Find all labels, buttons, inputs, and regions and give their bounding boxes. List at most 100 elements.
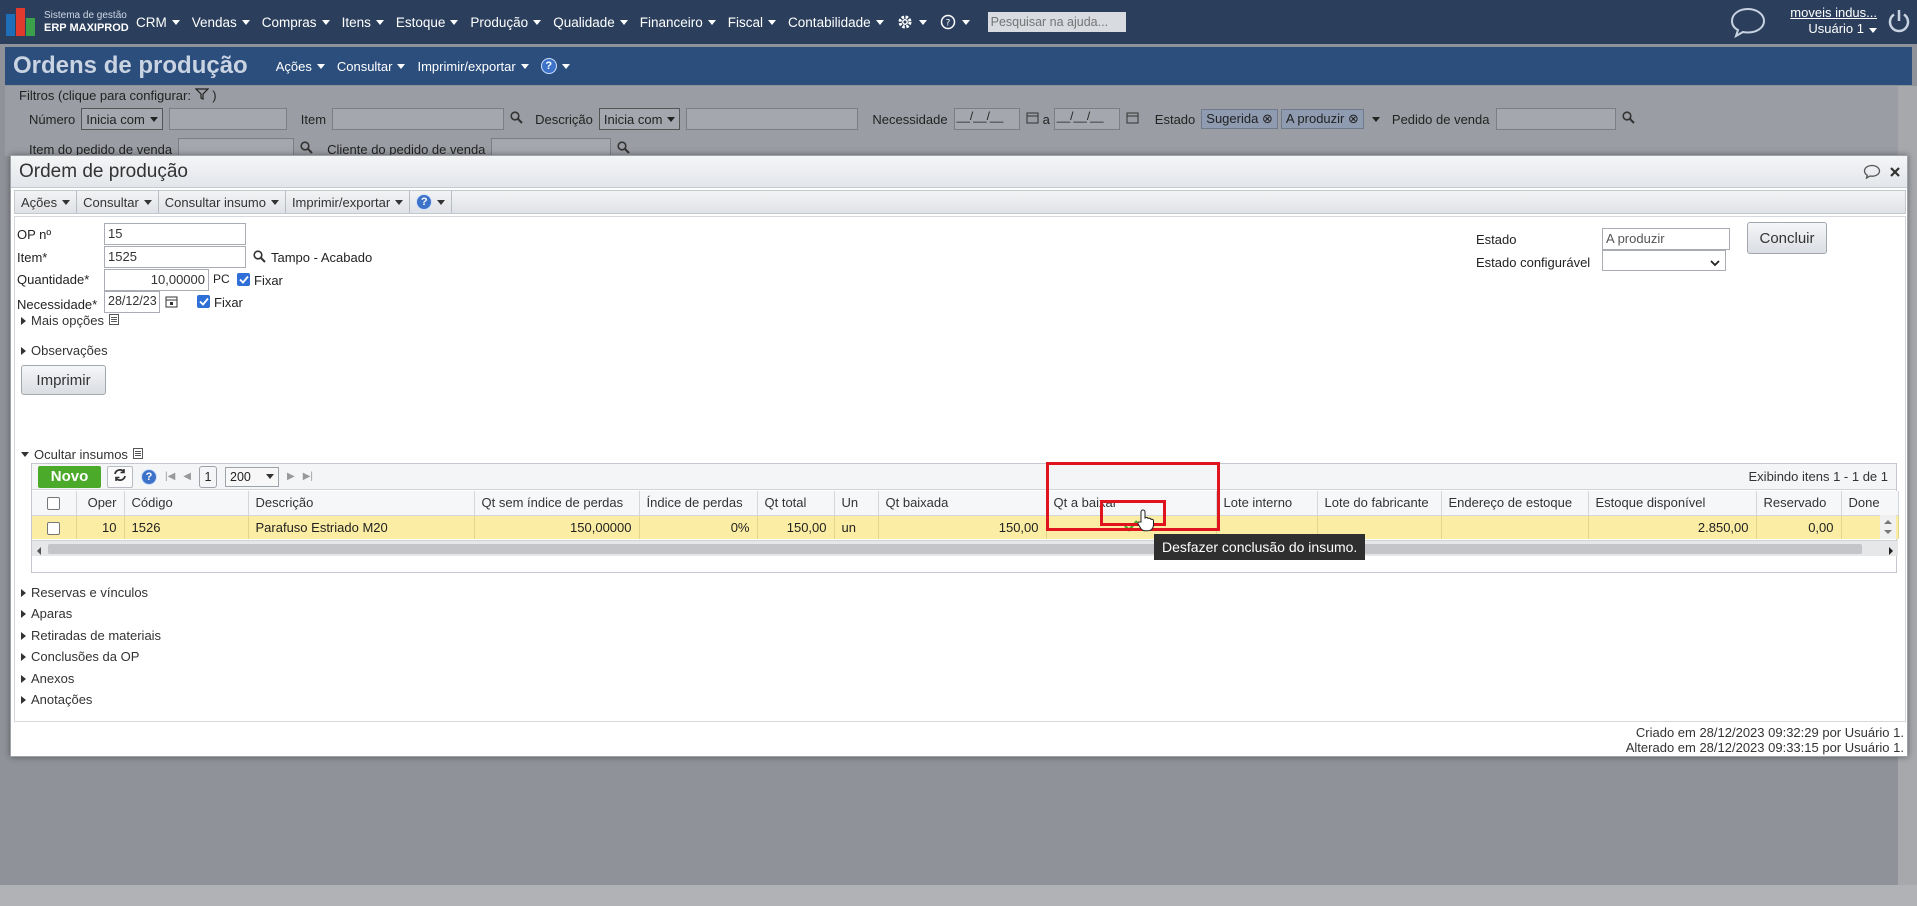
logo[interactable]: Sistema de gestão ERP MAXIPROD bbox=[6, 8, 136, 36]
menu-crm[interactable]: CRM bbox=[136, 15, 180, 30]
quantity-field[interactable]: 10,00000 bbox=[104, 269, 209, 291]
observacoes-toggle[interactable]: Observações bbox=[21, 343, 108, 358]
col-codigo[interactable]: Código bbox=[124, 491, 249, 516]
page-horizontal-scrollbar[interactable] bbox=[0, 885, 1917, 906]
grid-scroll-thumb[interactable] bbox=[48, 544, 1862, 554]
menu-producao[interactable]: Produção bbox=[470, 15, 542, 30]
calendar-icon[interactable] bbox=[165, 295, 178, 311]
col-qt-sem-indice[interactable]: Qt sem índice de perdas bbox=[474, 491, 640, 516]
table-row[interactable]: 10 1526 Parafuso Estriado M20 150,00000 … bbox=[32, 515, 1899, 539]
filter-descricao-input[interactable] bbox=[686, 108, 859, 130]
col-estoque-disponivel[interactable]: Estoque disponível bbox=[1588, 491, 1757, 516]
user-menu[interactable]: Usuário 1 bbox=[1790, 21, 1877, 37]
menu-vendas[interactable]: Vendas bbox=[192, 15, 250, 30]
last-page-icon[interactable]: ▶| bbox=[303, 471, 313, 482]
filter-date-from[interactable]: __/__/__ bbox=[953, 108, 1020, 130]
filter-numero-input[interactable] bbox=[168, 108, 287, 130]
search-icon[interactable] bbox=[1621, 111, 1635, 127]
page-help-menu[interactable]: ? bbox=[540, 58, 570, 74]
toolbar-imprimir[interactable]: Imprimir/exportar bbox=[286, 191, 411, 213]
estado-chip-sugerida[interactable]: Sugerida ⊗ bbox=[1201, 109, 1278, 129]
page-menu-imprimir[interactable]: Imprimir/exportar bbox=[417, 59, 529, 74]
col-qt-baixada[interactable]: Qt baixada bbox=[878, 491, 1047, 516]
toolbar-help[interactable]: ? bbox=[410, 191, 453, 213]
section-reservas-vinculos[interactable]: Reservas e vínculos bbox=[21, 585, 148, 600]
col-indice-perdas[interactable]: Índice de perdas bbox=[639, 491, 758, 516]
refresh-button[interactable] bbox=[107, 465, 133, 488]
help-search-input[interactable] bbox=[987, 12, 1126, 32]
page-menu-consultar[interactable]: Consultar bbox=[337, 59, 406, 74]
menu-compras[interactable]: Compras bbox=[262, 15, 330, 30]
menu-financeiro[interactable]: Financeiro bbox=[640, 15, 716, 30]
calendar-icon[interactable] bbox=[1026, 111, 1039, 127]
menu-qualidade[interactable]: Qualidade bbox=[553, 15, 628, 30]
menu-contabilidade[interactable]: Contabilidade bbox=[788, 15, 884, 30]
filter-descricao-mode[interactable]: Inicia com bbox=[598, 108, 681, 130]
toolbar-acoes[interactable]: Ações bbox=[15, 191, 78, 213]
select-all-header[interactable] bbox=[32, 491, 77, 516]
company-link[interactable]: moveis indus... bbox=[1790, 5, 1877, 21]
grid-help-icon[interactable]: ? bbox=[141, 468, 157, 485]
estado-dropdown-icon[interactable] bbox=[1371, 116, 1380, 122]
prev-page-icon[interactable]: ◀ bbox=[183, 471, 191, 482]
col-oper[interactable]: Oper bbox=[76, 491, 125, 516]
power-icon[interactable] bbox=[1887, 8, 1911, 37]
item-field[interactable]: 1525 bbox=[104, 246, 246, 268]
col-lote-interno[interactable]: Lote interno bbox=[1216, 491, 1318, 516]
section-anexos[interactable]: Anexos bbox=[21, 671, 74, 686]
row-checkbox[interactable] bbox=[47, 521, 61, 535]
filter-date-to[interactable]: __/__/__ bbox=[1053, 108, 1120, 130]
section-conclusoes-op[interactable]: Conclusões da OP bbox=[21, 649, 139, 664]
op-number-field[interactable]: 15 bbox=[104, 223, 246, 245]
section-retiradas-materiais[interactable]: Retiradas de materiais bbox=[21, 628, 161, 643]
user-box[interactable]: moveis indus... Usuário 1 bbox=[1790, 5, 1877, 37]
dialog-header[interactable]: Ordem de produção bbox=[11, 156, 1907, 188]
menu-estoque[interactable]: Estoque bbox=[396, 15, 459, 30]
col-endereco-estoque[interactable]: Endereço de estoque bbox=[1441, 491, 1589, 516]
estado-chip-a-produzir[interactable]: A produzir ⊗ bbox=[1280, 109, 1364, 129]
mais-opcoes-toggle[interactable]: Mais opções bbox=[21, 313, 119, 328]
select-all-checkbox[interactable] bbox=[47, 497, 61, 511]
search-icon[interactable] bbox=[253, 250, 266, 266]
search-icon[interactable] bbox=[510, 111, 523, 127]
filter-numero-mode[interactable]: Inicia com bbox=[81, 108, 163, 130]
section-anotacoes[interactable]: Anotações bbox=[21, 692, 92, 707]
row-select-cell[interactable] bbox=[32, 515, 77, 539]
calendar-icon[interactable] bbox=[1126, 111, 1139, 127]
col-done[interactable]: Done bbox=[1841, 491, 1899, 516]
next-page-icon[interactable]: ▶ bbox=[287, 471, 295, 482]
filter-pedido-input[interactable] bbox=[1495, 108, 1616, 130]
concluir-button[interactable]: Concluir bbox=[1747, 222, 1827, 254]
chat-icon[interactable] bbox=[1729, 6, 1767, 41]
page-size-select[interactable]: 200 bbox=[225, 466, 279, 487]
scroll-left-icon[interactable] bbox=[36, 544, 42, 559]
col-qt-total[interactable]: Qt total bbox=[757, 491, 835, 516]
scroll-right-icon[interactable] bbox=[1888, 544, 1894, 559]
menu-itens[interactable]: Itens bbox=[342, 15, 384, 30]
col-lote-fabricante[interactable]: Lote do fabricante bbox=[1317, 491, 1442, 516]
help-menu[interactable]: ? bbox=[939, 13, 970, 31]
fixar-qty-checkbox[interactable] bbox=[237, 273, 250, 286]
page-menu-acoes[interactable]: Ações bbox=[276, 59, 325, 74]
section-aparas[interactable]: Aparas bbox=[21, 606, 72, 621]
close-icon[interactable] bbox=[1889, 166, 1901, 181]
grid-vertical-scrollbar[interactable] bbox=[1880, 515, 1896, 539]
page-number-input[interactable]: 1 bbox=[199, 465, 217, 488]
ocultar-insumos-toggle[interactable]: Ocultar insumos bbox=[21, 447, 143, 462]
col-descricao[interactable]: Descrição bbox=[248, 491, 475, 516]
menu-fiscal[interactable]: Fiscal bbox=[728, 15, 777, 30]
grid-horizontal-scrollbar[interactable] bbox=[32, 540, 1898, 556]
filters-title[interactable]: Filtros (clique para configurar: ) bbox=[15, 88, 221, 103]
novo-button[interactable]: Novo bbox=[38, 465, 101, 488]
toolbar-consultar-insumo[interactable]: Consultar insumo bbox=[159, 191, 286, 213]
col-reservado[interactable]: Reservado bbox=[1756, 491, 1842, 516]
comment-icon[interactable] bbox=[1863, 164, 1881, 182]
fixar-need-checkbox[interactable] bbox=[197, 295, 210, 308]
need-date-field[interactable]: 28/12/23 bbox=[104, 291, 160, 313]
col-un[interactable]: Un bbox=[834, 491, 879, 516]
print-button[interactable]: Imprimir bbox=[21, 365, 106, 395]
filter-item-input[interactable] bbox=[332, 108, 505, 130]
settings-menu[interactable] bbox=[896, 13, 927, 31]
first-page-icon[interactable]: |◀ bbox=[165, 471, 175, 482]
estado-configuravel-select[interactable] bbox=[1602, 250, 1726, 271]
